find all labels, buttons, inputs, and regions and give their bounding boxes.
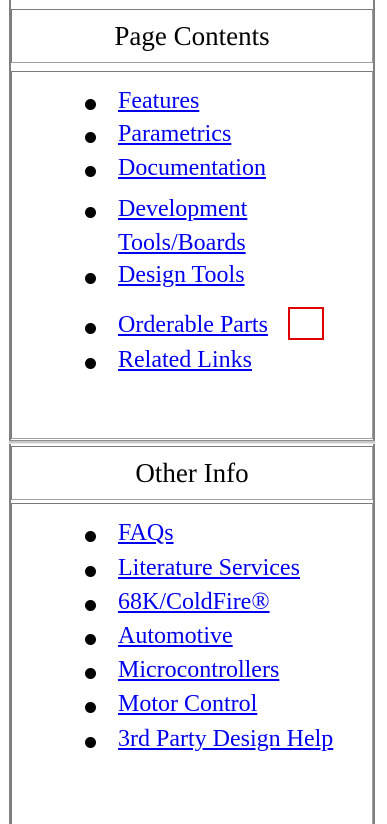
bullet-icon xyxy=(85,531,96,542)
link-features[interactable]: Features xyxy=(118,88,199,115)
bullet-icon xyxy=(85,702,96,713)
page-contents-title: Page Contents xyxy=(114,21,270,51)
link-68k-coldfire[interactable]: 68K/ColdFire® xyxy=(118,589,270,616)
section-divider xyxy=(9,440,375,444)
link-documentation[interactable]: Documentation xyxy=(118,155,266,182)
page-contents-header: Page Contents xyxy=(11,9,373,63)
link-related-links[interactable]: Related Links xyxy=(118,347,252,374)
link-faqs[interactable]: FAQs xyxy=(118,520,174,547)
bullet-icon xyxy=(85,323,96,334)
bullet-icon xyxy=(85,99,96,110)
other-info-title: Other Info xyxy=(135,458,249,488)
bullet-icon xyxy=(85,273,96,284)
highlight-box xyxy=(288,307,324,340)
bullet-icon xyxy=(85,737,96,748)
link-literature-services[interactable]: Literature Services xyxy=(118,555,300,582)
link-development-tools-line1[interactable]: Development xyxy=(118,196,247,223)
other-info-header: Other Info xyxy=(11,446,373,500)
bullet-icon xyxy=(85,166,96,177)
bullet-icon xyxy=(85,132,96,143)
link-parametrics[interactable]: Parametrics xyxy=(118,121,231,148)
link-3rd-party-design-help[interactable]: 3rd Party Design Help xyxy=(118,726,333,753)
bullet-icon xyxy=(85,634,96,645)
link-motor-control[interactable]: Motor Control xyxy=(118,691,257,718)
bullet-icon xyxy=(85,600,96,611)
link-design-tools[interactable]: Design Tools xyxy=(118,262,245,289)
bullet-icon xyxy=(85,207,96,218)
bullet-icon xyxy=(85,566,96,577)
bullet-icon xyxy=(85,358,96,369)
link-microcontrollers[interactable]: Microcontrollers xyxy=(118,657,279,684)
link-automotive[interactable]: Automotive xyxy=(118,623,233,650)
bullet-icon xyxy=(85,668,96,679)
other-info-panel: FAQs Literature Services 68K/ColdFire® A… xyxy=(11,503,373,824)
link-development-tools-line2[interactable]: Tools/Boards xyxy=(118,230,246,257)
page-contents-panel: Features Parametrics Documentation Devel… xyxy=(11,71,373,439)
link-orderable-parts[interactable]: Orderable Parts xyxy=(118,312,268,339)
